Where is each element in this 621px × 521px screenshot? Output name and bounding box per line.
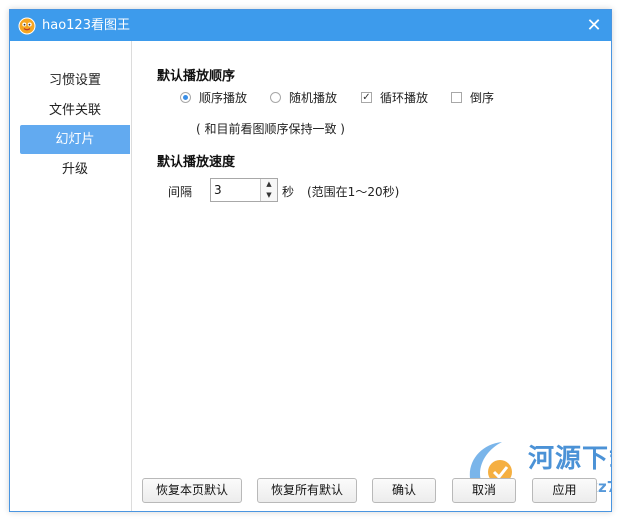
restore-all-defaults-button[interactable]: 恢复所有默认 (257, 478, 357, 503)
interval-spinner[interactable]: ▲ ▼ (210, 178, 278, 202)
sidebar-item-slideshow[interactable]: 幻灯片 (20, 125, 130, 154)
slideshow-settings-panel: 默认播放顺序 顺序播放 随机播放 ✓ 循环播放 倒序 ( 和目前看图顺序保持一致… (132, 41, 611, 511)
play-speed-heading: 默认播放速度 (157, 155, 236, 170)
seconds-unit-label: 秒 (282, 185, 295, 199)
checkbox-empty-icon (451, 92, 462, 103)
loop-play-label: 循环播放 (380, 91, 429, 105)
play-order-hint: ( 和目前看图顺序保持一致 ) (196, 122, 345, 136)
settings-window: hao123看图王 ✕ 习惯设置 文件关联 幻灯片 升级 默认播放顺序 顺序播放… (9, 9, 612, 512)
close-button[interactable]: ✕ (583, 15, 605, 37)
settings-sidebar: 习惯设置 文件关联 幻灯片 升级 (10, 41, 132, 511)
radio-selected-icon (180, 92, 191, 103)
app-logo-icon (18, 17, 36, 35)
window-title: hao123看图王 (42, 18, 130, 33)
title-bar[interactable]: hao123看图王 ✕ (10, 10, 611, 41)
sidebar-item-upgrade[interactable]: 升级 (20, 155, 130, 184)
interval-label: 间隔 (168, 185, 193, 199)
watermark-text: 河源下载站 (528, 444, 611, 474)
spin-down-arrow-icon[interactable]: ▼ (260, 190, 277, 201)
checkmark-icon: ✓ (361, 92, 372, 103)
sidebar-item-habit-settings[interactable]: 习惯设置 (20, 66, 130, 95)
reverse-order-label: 倒序 (470, 91, 495, 105)
radio-unselected-icon (270, 92, 281, 103)
sidebar-item-file-association[interactable]: 文件关联 (20, 96, 130, 125)
sequential-play-label: 顺序播放 (199, 91, 248, 105)
interval-input[interactable] (211, 179, 262, 201)
ok-button[interactable]: 确认 (372, 478, 436, 503)
close-icon: ✕ (586, 15, 602, 36)
apply-button[interactable]: 应用 (532, 478, 597, 503)
cancel-button[interactable]: 取消 (452, 478, 516, 503)
restore-page-defaults-button[interactable]: 恢复本页默认 (142, 478, 242, 503)
interval-range-hint: (范围在1～20秒) (307, 185, 400, 199)
play-order-heading: 默认播放顺序 (157, 69, 236, 84)
random-play-label: 随机播放 (289, 91, 338, 105)
